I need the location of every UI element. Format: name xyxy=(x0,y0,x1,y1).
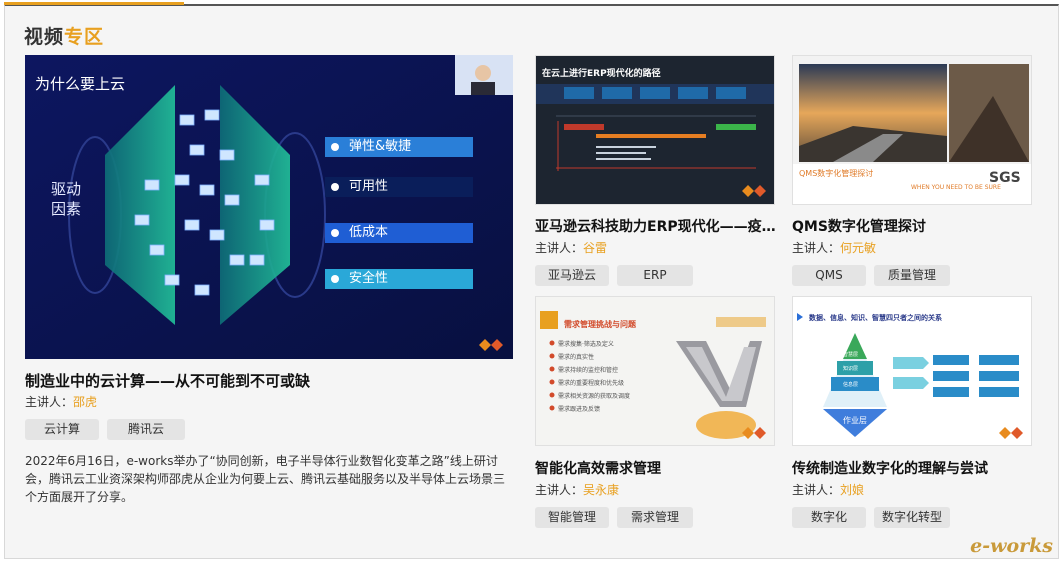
benefit-security: 安全性 xyxy=(325,269,473,289)
demand-slide-items: 需求搜集·筛选及定义 需求的真实性 需求持续的监控和管控 需求的重要程度和优先级… xyxy=(558,341,631,413)
tag-digital-transformation[interactable]: 数字化转型 xyxy=(874,507,950,528)
speaker-digital: 主讲人：刘娘 xyxy=(792,483,865,497)
bullet-icon xyxy=(331,143,339,151)
speaker-qms: 主讲人：何元敏 xyxy=(792,241,877,255)
video-title-digital[interactable]: 传统制造业数字化的理解与尝试 xyxy=(792,458,1034,478)
featured-video-title[interactable]: 制造业中的云计算——从不可能到不可或缺 xyxy=(25,370,515,391)
tag-qms[interactable]: QMS xyxy=(792,265,866,286)
speaker-link[interactable]: 刘娘 xyxy=(840,483,864,497)
eworks-watermark-logo: e-works xyxy=(970,535,1053,557)
tag-tencent-cloud[interactable]: 腾讯云 xyxy=(107,419,185,440)
section-accent-bar xyxy=(4,2,184,5)
video-thumbnail-qms[interactable]: QMS数字化管理探讨 WHEN YOU NEED TO BE SURE SGS xyxy=(792,55,1032,205)
slide-driver-label: 驱动 因素 xyxy=(51,180,82,218)
featured-tags: 云计算 腾讯云 xyxy=(25,419,185,440)
slide-heading: 为什么要上云 xyxy=(35,75,126,93)
video-title-qms[interactable]: QMS数字化管理探讨 xyxy=(792,216,1034,236)
tags-demand: 智能管理 需求管理 xyxy=(535,507,693,528)
speaker-link[interactable]: 邵虎 xyxy=(73,395,97,409)
video-thumbnail-digital[interactable]: 数据、信息、知识、智慧四只者之间的关系 智慧层 知识层 信息层 作业层 xyxy=(792,296,1032,446)
featured-description: 2022年6月16日，e-works举办了“协同创新，电子半导体行业数智化变革之… xyxy=(25,454,506,504)
benefit-availability: 可用性 xyxy=(325,177,473,197)
tag-quality-management[interactable]: 质量管理 xyxy=(874,265,950,286)
tags-digital: 数字化 数字化转型 xyxy=(792,507,950,528)
bullet-icon xyxy=(331,229,339,237)
erp-slide-graphic xyxy=(536,84,774,197)
benefit-elasticity: 弹性&敏捷 xyxy=(325,137,473,157)
speaker-link[interactable]: 何元敏 xyxy=(840,241,876,255)
video-title-demand[interactable]: 智能化高效需求管理 xyxy=(535,458,777,478)
tag-amazon-cloud[interactable]: 亚马逊云 xyxy=(535,265,609,286)
video-title-erp[interactable]: 亚马逊云科技助力ERP现代化——疫情... xyxy=(535,216,777,236)
video-thumbnail-erp[interactable]: 在云上进行ERP现代化的路径 xyxy=(535,55,775,205)
tags-erp: 亚马逊云 ERP xyxy=(535,265,693,286)
featured-video-thumbnail[interactable]: 为什么要上云 驱动 因素 弹性&敏捷 可用性 低成本 安全性 xyxy=(25,55,513,359)
speaker-link[interactable]: 谷雷 xyxy=(583,241,607,255)
featured-speaker: 主讲人：邵虎 xyxy=(25,395,98,409)
bullet-icon xyxy=(331,183,339,191)
section-title: 视频专区 xyxy=(24,26,105,48)
video-thumbnail-demand[interactable]: 需求管理挑战与问题 需求搜集·筛选及定义 需求的真实性 需求持续的监控和管控 需… xyxy=(535,296,775,446)
bullet-icon xyxy=(331,275,339,283)
tags-qms: QMS 质量管理 xyxy=(792,265,950,286)
sgs-logo: SGS xyxy=(989,170,1021,186)
speaker-erp: 主讲人：谷雷 xyxy=(535,241,608,255)
speaker-link[interactable]: 吴永康 xyxy=(583,483,619,497)
tag-demand-management[interactable]: 需求管理 xyxy=(617,507,693,528)
featured-slide-graphic xyxy=(25,55,513,359)
tag-digitalization[interactable]: 数字化 xyxy=(792,507,866,528)
benefit-low-cost: 低成本 xyxy=(325,223,473,243)
tag-cloud-computing[interactable]: 云计算 xyxy=(25,419,99,440)
speaker-demand: 主讲人：吴永康 xyxy=(535,483,620,497)
tag-intelligent-management[interactable]: 智能管理 xyxy=(535,507,609,528)
tag-erp[interactable]: ERP xyxy=(617,265,693,286)
